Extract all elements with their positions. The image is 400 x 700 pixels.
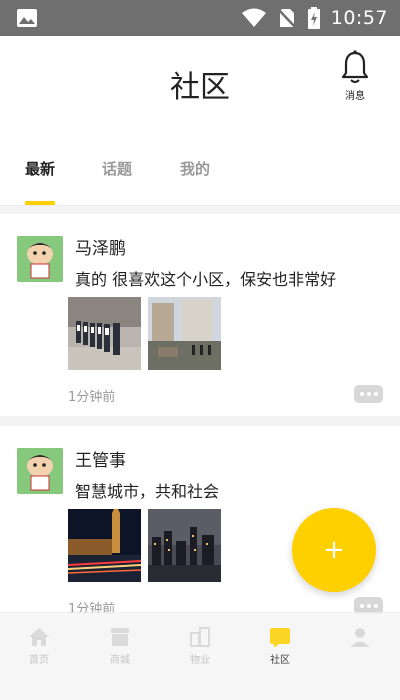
dot-icon (373, 392, 378, 396)
building-icon (190, 627, 210, 647)
tab-mine[interactable]: 我的 (180, 158, 210, 179)
status-time: 10:57 (330, 7, 388, 29)
active-tab-indicator (25, 201, 55, 205)
post-content: 智慧城市，共和社会 (75, 482, 220, 501)
post-photo[interactable] (68, 509, 141, 582)
nav-label: 物业 (190, 655, 210, 666)
dot-icon (366, 604, 371, 608)
status-bar: 10:57 (0, 0, 400, 36)
app-header: 社区 消息 (0, 36, 400, 124)
new-post-button[interactable]: + (292, 508, 376, 592)
nav-property[interactable]: 物业 (170, 627, 230, 666)
shop-icon (111, 628, 129, 646)
community-icon (270, 628, 290, 647)
avatar[interactable] (17, 448, 63, 494)
nav-shop[interactable]: 商城 (90, 627, 150, 666)
nav-profile[interactable] (330, 627, 390, 651)
dot-icon (366, 392, 371, 396)
tab-bar: 最新 话题 我的 (0, 124, 400, 206)
tab-topics[interactable]: 话题 (102, 158, 132, 179)
post-author[interactable]: 马泽鹏 (75, 234, 126, 259)
wifi-icon (241, 8, 266, 27)
profile-icon (351, 628, 369, 647)
post-photo[interactable] (68, 297, 141, 370)
messages-button[interactable]: 消息 (330, 50, 380, 110)
nav-community[interactable]: 社区 (250, 627, 310, 666)
home-icon (29, 628, 49, 646)
nav-label: 社区 (270, 655, 290, 666)
bottom-navigation: 首页 商城 物业 社区 (0, 612, 400, 700)
dot-icon (359, 604, 364, 608)
post-time: 1分钟前 (68, 390, 116, 405)
post-photo[interactable] (148, 509, 221, 582)
dot-icon (373, 604, 378, 608)
post-card[interactable]: 马泽鹏 真的 很喜欢这个小区，保安也非常好 1分钟前 (0, 214, 400, 416)
avatar-image (17, 236, 63, 282)
nav-home[interactable]: 首页 (9, 627, 69, 666)
nav-label: 首页 (29, 655, 49, 666)
post-photo[interactable] (148, 297, 221, 370)
dot-icon (359, 392, 364, 396)
tab-latest[interactable]: 最新 (25, 158, 55, 179)
more-options-button[interactable] (354, 385, 383, 403)
nav-label: 商城 (110, 655, 130, 666)
battery-charging-icon (307, 7, 320, 29)
no-sim-icon (276, 8, 297, 29)
post-content: 真的 很喜欢这个小区，保安也非常好 (75, 270, 337, 289)
messages-label: 消息 (345, 91, 365, 102)
gallery-icon (17, 9, 37, 27)
avatar[interactable] (17, 236, 63, 282)
bell-icon (341, 50, 369, 83)
avatar-image (17, 448, 63, 494)
post-author[interactable]: 王管事 (75, 446, 126, 471)
